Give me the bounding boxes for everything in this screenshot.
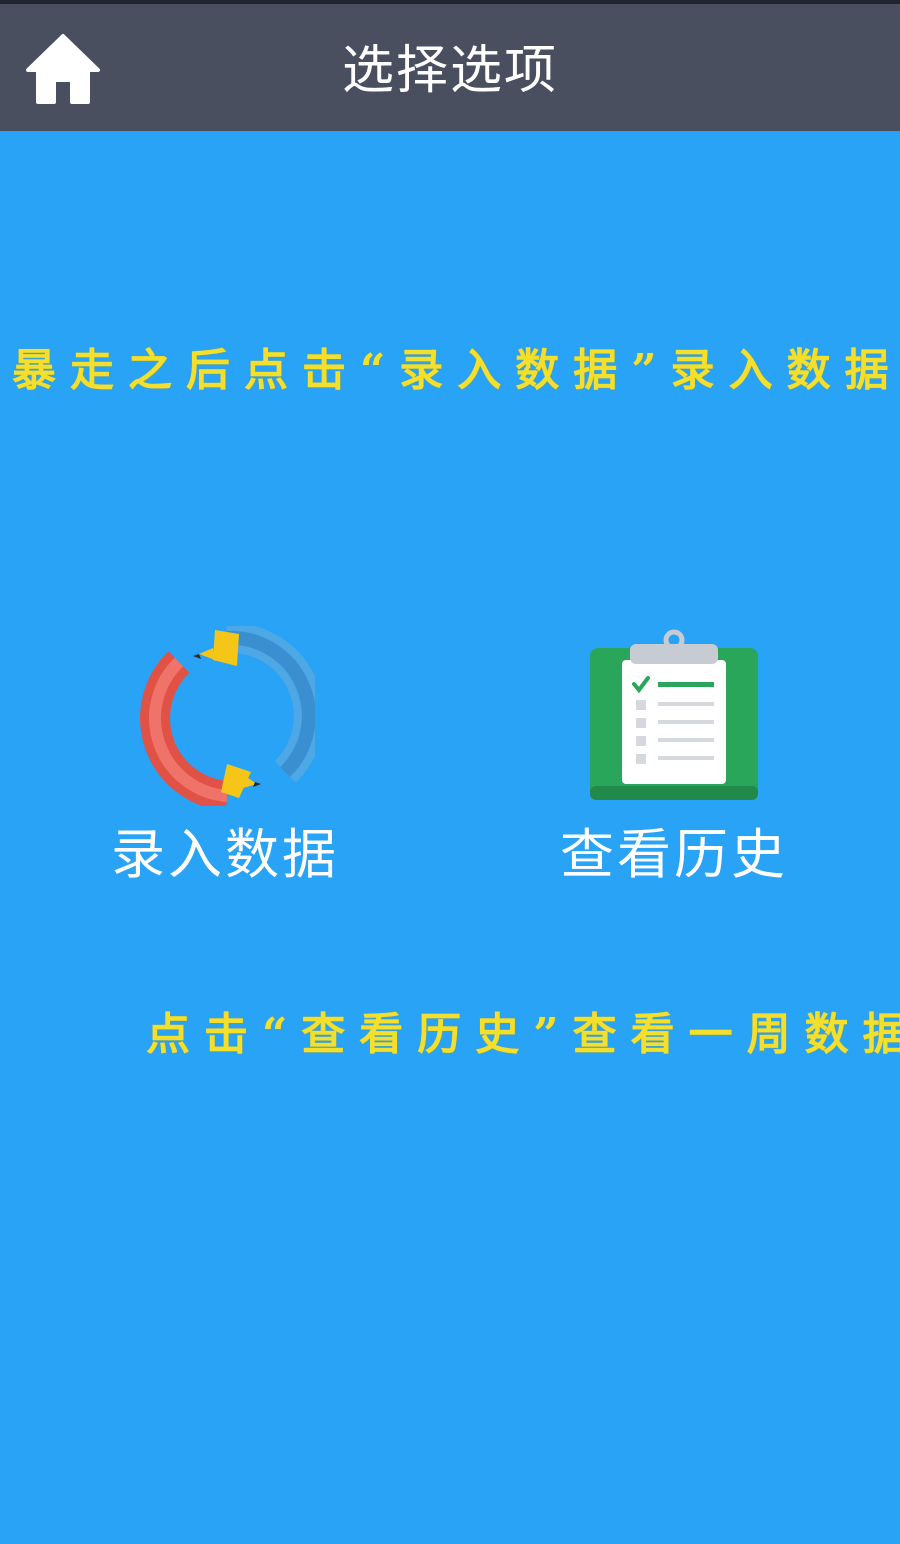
instruction-text-history: 点击“查看历史”查看一周数据 xyxy=(146,1009,900,1060)
home-icon xyxy=(26,34,100,104)
view-history-button[interactable]: 查看历史 xyxy=(524,626,824,889)
home-button[interactable] xyxy=(22,28,104,108)
instruction-text-record: 暴走之后点击“录入数据”录入数据 xyxy=(12,345,900,396)
view-history-label: 查看历史 xyxy=(560,823,788,886)
record-data-button[interactable]: 录入数据 xyxy=(75,626,375,889)
app-header xyxy=(0,4,900,131)
clipboard-checklist-icon xyxy=(590,629,758,800)
pencil-cycle-icon xyxy=(140,626,315,806)
record-data-label: 录入数据 xyxy=(111,823,339,886)
